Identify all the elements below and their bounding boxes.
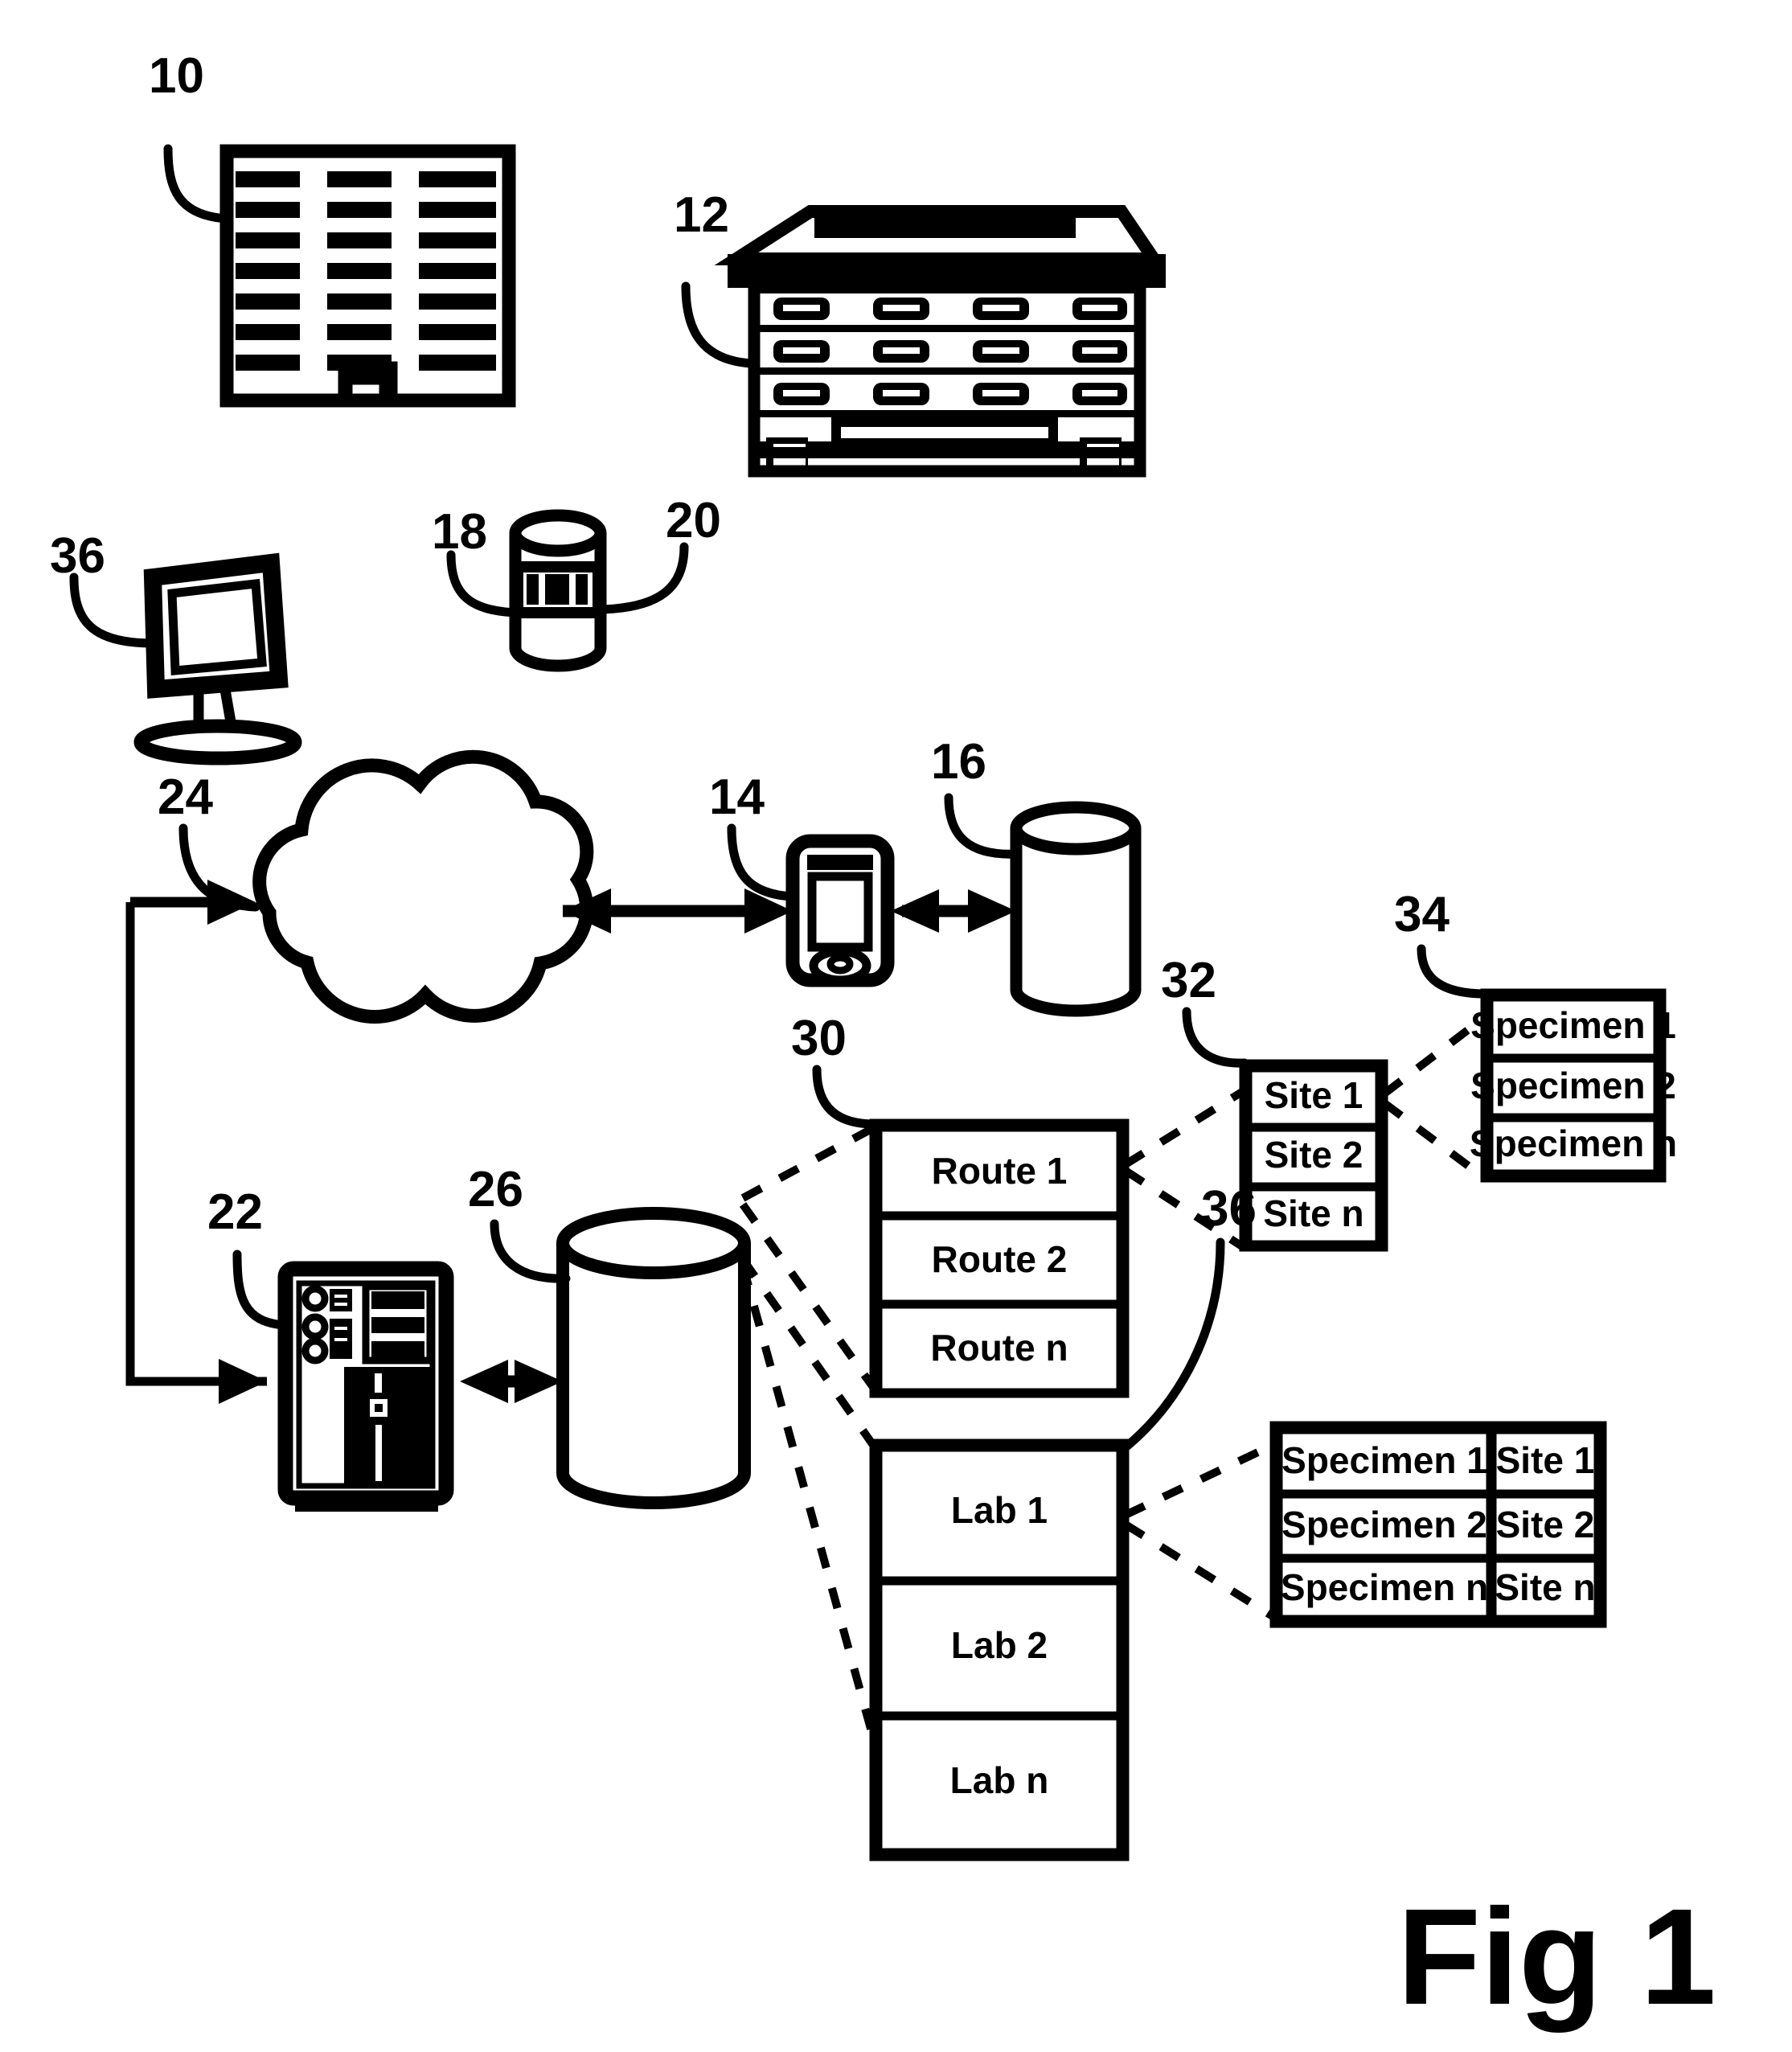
office-building-tall — [219, 144, 516, 408]
route-table: Route 1 Route 2 Route n — [869, 1118, 1130, 1398]
leader-line-14 — [727, 823, 798, 901]
office-building-wide — [714, 205, 1167, 478]
figure-label: Fig 1 — [1397, 1881, 1716, 2034]
arrow-cloud-to-pda — [563, 889, 793, 934]
specimen-site-cell-site: Site 1 — [1496, 1439, 1595, 1481]
reference-numeral: 24 — [158, 770, 213, 825]
lab-table-cell: Lab 2 — [951, 1624, 1048, 1666]
reference-numeral: 26 — [468, 1162, 523, 1217]
leader-line-26 — [490, 1219, 571, 1283]
specimen-site-cell-specimen: Specimen 2 — [1281, 1504, 1487, 1545]
specimen-site-cell-specimen: Specimen 1 — [1281, 1439, 1487, 1481]
lab-table-cell: Lab 1 — [951, 1489, 1048, 1531]
site-table-cell: Site 1 — [1265, 1074, 1363, 1116]
reference-numeral: 14 — [709, 770, 765, 825]
reference-numeral: 36 — [50, 528, 105, 584]
main-database-cylinder — [556, 1207, 751, 1509]
site-table-cell: Site 2 — [1265, 1134, 1363, 1176]
reference-numeral: 22 — [207, 1184, 263, 1240]
leader-line-20 — [596, 542, 689, 614]
connector-cloud-server-loop — [125, 880, 267, 1404]
reference-numeral: 34 — [1394, 887, 1450, 942]
handheld-device — [785, 834, 895, 987]
specimen-site-cell-site: Site 2 — [1496, 1504, 1595, 1545]
network-cloud — [252, 749, 594, 1024]
server-tower — [277, 1261, 454, 1512]
specimen-site-cell-specimen: Specimen n — [1281, 1566, 1488, 1608]
specimen-site-cell-site: Site n — [1495, 1566, 1595, 1608]
workstation-monitor — [133, 552, 302, 765]
leader-line-32 — [1182, 1007, 1249, 1068]
arrow-server-to-database — [460, 1360, 563, 1403]
reference-numeral: 18 — [432, 504, 487, 560]
reference-numeral: 30 — [791, 1011, 847, 1066]
reference-numeral: 16 — [931, 734, 986, 790]
route-table-cell: Route n — [930, 1327, 1068, 1369]
leader-line-16 — [944, 793, 1023, 859]
leader-line-10 — [163, 144, 232, 224]
reference-numeral: 36 — [1201, 1181, 1257, 1237]
specimen-table-cell: Specimen 2 — [1470, 1065, 1676, 1106]
small-database-cylinder — [509, 509, 607, 672]
route-table-cell: Route 1 — [932, 1150, 1068, 1192]
leader-line-18 — [446, 550, 523, 618]
leader-line-34 — [1417, 944, 1491, 999]
reference-numeral: 20 — [666, 493, 721, 548]
leader-line-12 — [681, 281, 757, 368]
leader-line-36-table — [1121, 1237, 1225, 1452]
patent-figure: Route 1 Route 2 Route n Site 1 Site 2 Si… — [0, 0, 1792, 2052]
specimen-table-cell: Specimen n — [1470, 1122, 1677, 1164]
diagram-canvas: Route 1 Route 2 Route n Site 1 Site 2 Si… — [50, 48, 1716, 2034]
site-table-cell: Site n — [1263, 1192, 1363, 1234]
reference-numeral: 32 — [1161, 953, 1216, 1008]
leader-line-36-monitor — [69, 573, 158, 648]
site-table: Site 1 Site 2 Site n — [1239, 1059, 1388, 1252]
leader-line-30 — [812, 1065, 880, 1129]
reference-numeral: 10 — [149, 48, 204, 104]
lab-table-cell: Lab n — [950, 1759, 1049, 1801]
route-table-cell: Route 2 — [932, 1238, 1068, 1280]
lab-table: Lab 1 Lab 2 Lab n — [869, 1438, 1130, 1861]
handheld-database-cylinder — [1010, 801, 1142, 1017]
specimen-site-table: Specimen 1 Site 1 Specimen 2 Site 2 Spec… — [1269, 1421, 1607, 1628]
specimen-table-cell: Specimen 1 — [1470, 1004, 1676, 1046]
arrow-pda-to-cylinder16 — [891, 889, 1016, 933]
dashed-links-database-tables — [739, 1123, 879, 1745]
specimen-table: Specimen 1 Specimen 2 Specimen n — [1470, 988, 1677, 1183]
dashed-links-lab-specimen-site — [1123, 1440, 1277, 1622]
reference-numeral: 12 — [674, 187, 729, 243]
